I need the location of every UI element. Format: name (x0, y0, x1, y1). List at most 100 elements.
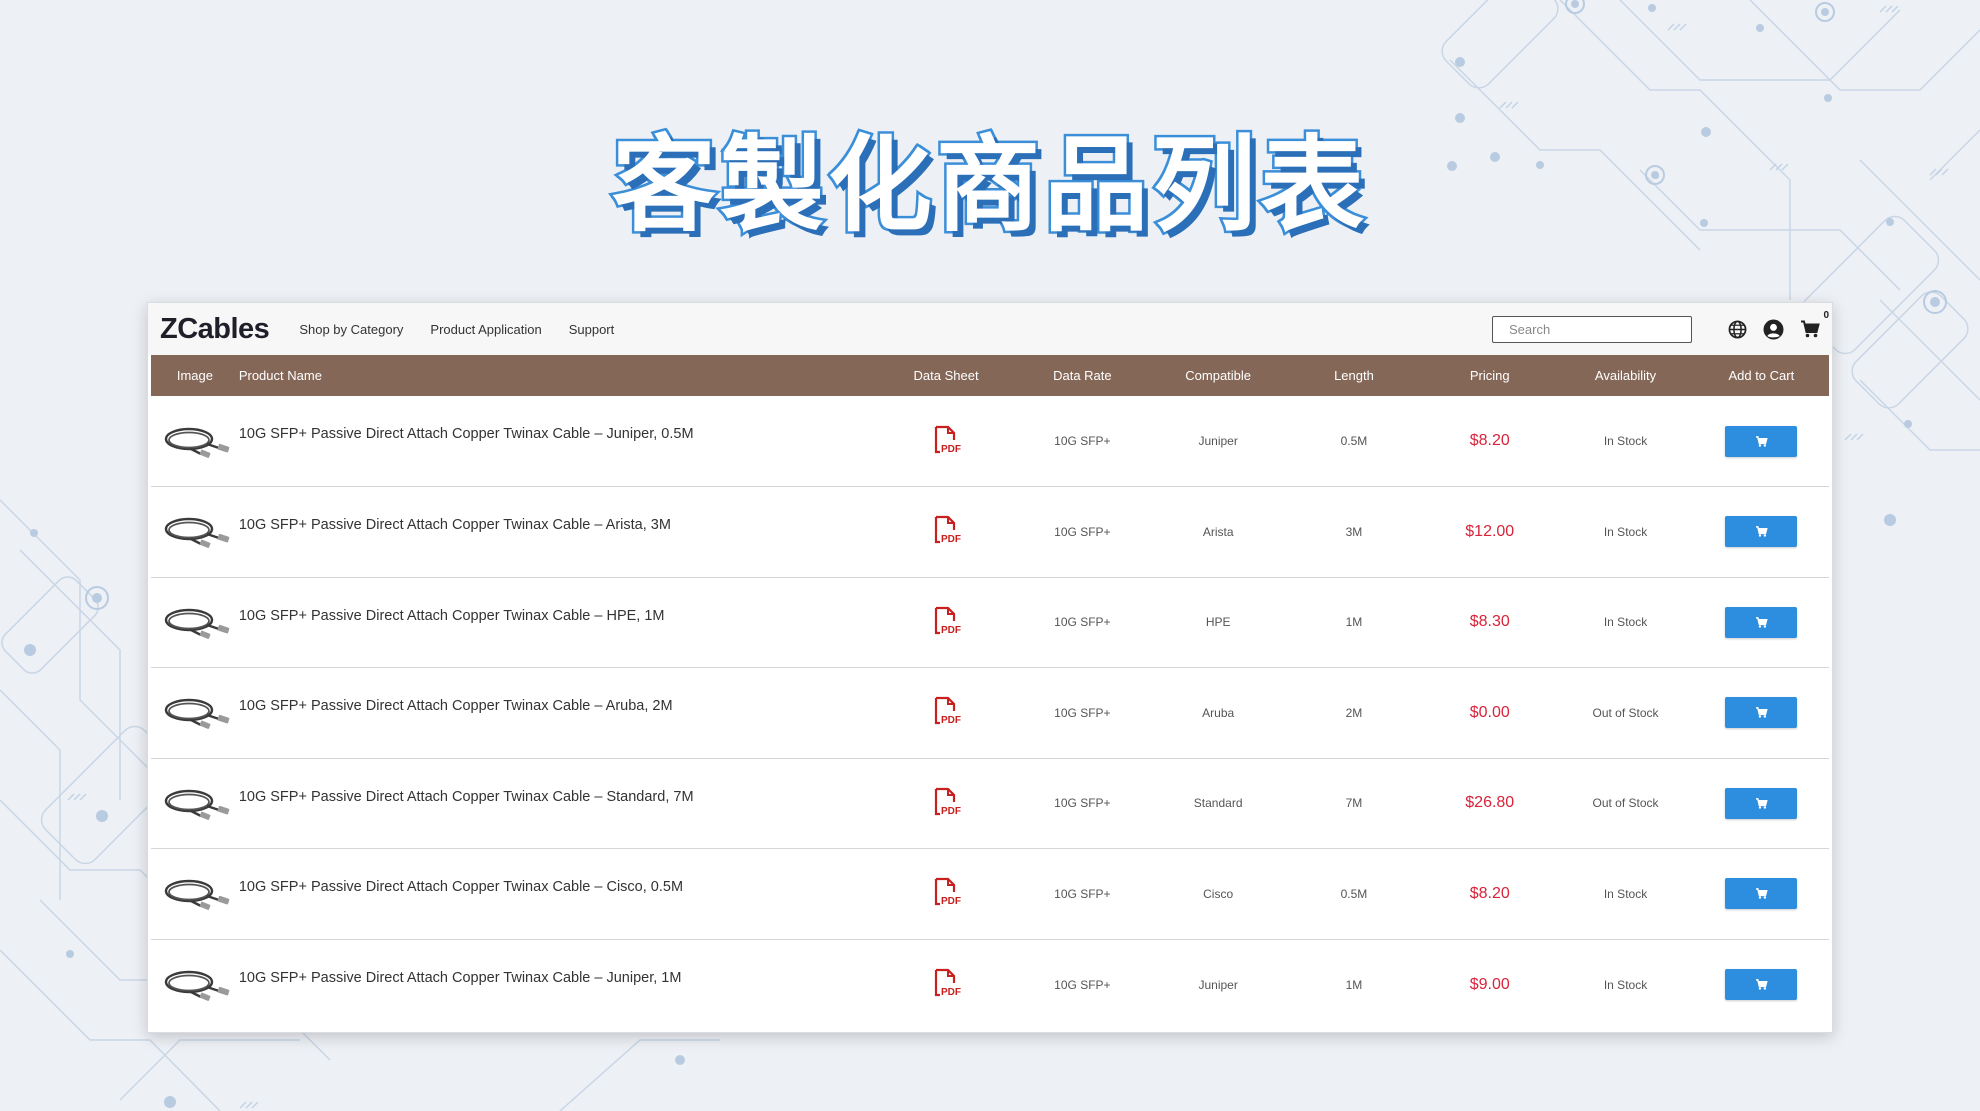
add-to-cart-button[interactable] (1725, 516, 1798, 548)
cart-icon (1755, 616, 1768, 628)
svg-text:PDF: PDF (941, 896, 961, 907)
length: 2M (1345, 705, 1363, 720)
data-rate: 10G SFP+ (1054, 615, 1111, 630)
compatible: HPE (1205, 615, 1231, 630)
availability: In Stock (1603, 977, 1648, 992)
cable-icon[interactable] (163, 963, 231, 1003)
product-name[interactable]: 10G SFP+ Passive Direct Attach Copper Tw… (239, 758, 878, 849)
add-to-cart-button[interactable] (1725, 878, 1798, 910)
cart-icon[interactable]: 0 (1800, 310, 1829, 338)
pdf-icon[interactable]: PDF (931, 877, 961, 910)
cart-icon (1755, 888, 1768, 899)
price: $9.00 (1469, 975, 1510, 993)
compatible: Arista (1202, 524, 1234, 539)
pdf-icon[interactable]: PDF (931, 696, 961, 729)
data-rate: 10G SFP+ (1054, 796, 1111, 811)
data-rate: 10G SFP+ (1054, 977, 1111, 992)
search-box[interactable] (1492, 315, 1692, 343)
length: 7M (1345, 796, 1363, 811)
product-image-cell (151, 758, 239, 849)
data-rate: 10G SFP+ (1054, 886, 1111, 901)
svg-text:PDF: PDF (941, 715, 961, 726)
compatible: Juniper (1198, 977, 1238, 992)
availability: Out of Stock (1592, 796, 1659, 811)
add-to-cart-button[interactable] (1725, 425, 1798, 457)
search-input[interactable] (1509, 321, 1685, 337)
nav-shop-by-category[interactable]: Shop by Category (299, 322, 403, 337)
compatible: Cisco (1203, 886, 1234, 901)
length: 3M (1345, 524, 1363, 539)
cart-icon (1755, 435, 1768, 447)
product-table-wrapper: Image Product Name Data Sheet Data Rate … (148, 355, 1832, 1030)
add-to-cart-cell (1694, 939, 1829, 1030)
length: 0.5M (1340, 434, 1368, 448)
table-row: 10G SFP+ Passive Direct Attach Copper Tw… (151, 939, 1829, 1030)
product-name[interactable]: 10G SFP+ Passive Direct Attach Copper Tw… (239, 487, 878, 578)
add-to-cart-button[interactable] (1725, 697, 1798, 729)
availability: In Stock (1603, 615, 1648, 630)
product-table: Image Product Name Data Sheet Data Rate … (151, 355, 1829, 1030)
cable-icon[interactable] (163, 601, 231, 641)
price: $26.80 (1465, 794, 1515, 812)
table-row: 10G SFP+ Passive Direct Attach Copper Tw… (151, 487, 1829, 578)
data-sheet-cell: PDF (878, 577, 1014, 668)
add-to-cart-button[interactable] (1725, 787, 1798, 819)
table-header-row: Image Product Name Data Sheet Data Rate … (151, 355, 1829, 396)
pdf-icon[interactable]: PDF (931, 968, 961, 1001)
data-rate: 10G SFP+ (1054, 705, 1111, 720)
pdf-icon[interactable]: PDF (931, 515, 961, 548)
cable-icon[interactable] (163, 510, 231, 550)
availability: In Stock (1603, 886, 1648, 901)
pdf-icon[interactable]: PDF (931, 787, 961, 820)
col-header-compatible: Compatible (1185, 368, 1252, 383)
data-rate: 10G SFP+ (1054, 524, 1111, 539)
svg-text:PDF: PDF (941, 534, 961, 545)
pdf-icon[interactable]: PDF (931, 425, 961, 458)
length: 0.5M (1340, 886, 1368, 901)
product-name[interactable]: 10G SFP+ Passive Direct Attach Copper Tw… (239, 939, 878, 1030)
price: $12.00 (1465, 522, 1515, 540)
pdf-icon[interactable]: PDF (931, 606, 961, 639)
user-icon[interactable] (1763, 319, 1784, 340)
compatible: Juniper (1198, 434, 1238, 448)
product-image-cell (151, 668, 239, 759)
product-image-cell (151, 396, 239, 487)
store-window: ZCables Shop by Category Product Applica… (147, 302, 1833, 1033)
add-to-cart-button[interactable] (1725, 606, 1798, 638)
product-image-cell (151, 849, 239, 940)
nav-product-application[interactable]: Product Application (430, 322, 541, 337)
col-header-availability: Availability (1594, 368, 1657, 383)
cable-icon[interactable] (163, 691, 231, 731)
product-name[interactable]: 10G SFP+ Passive Direct Attach Copper Tw… (239, 849, 878, 940)
product-name[interactable]: 10G SFP+ Passive Direct Attach Copper Tw… (239, 396, 878, 487)
price: $8.30 (1469, 613, 1510, 631)
table-row: 10G SFP+ Passive Direct Attach Copper Tw… (151, 849, 1829, 940)
length: 1M (1345, 977, 1363, 992)
col-header-image: Image (176, 368, 213, 383)
add-to-cart-button[interactable] (1725, 969, 1798, 1000)
col-header-pricing: Pricing (1469, 368, 1510, 383)
cable-icon[interactable] (163, 420, 231, 460)
site-logo[interactable]: ZCables (160, 313, 270, 346)
cable-icon[interactable] (163, 782, 231, 822)
product-name[interactable]: 10G SFP+ Passive Direct Attach Copper Tw… (239, 577, 878, 668)
cable-icon[interactable] (163, 872, 231, 912)
table-row: 10G SFP+ Passive Direct Attach Copper Tw… (151, 758, 1829, 849)
data-sheet-cell: PDF (878, 396, 1014, 487)
top-navbar: ZCables Shop by Category Product Applica… (148, 303, 1832, 355)
nav-support[interactable]: Support (569, 322, 615, 337)
compatible: Aruba (1202, 705, 1235, 720)
col-header-add-to-cart: Add to Cart (1728, 368, 1795, 383)
length: 1M (1345, 615, 1363, 630)
add-to-cart-cell (1694, 668, 1829, 759)
table-row: 10G SFP+ Passive Direct Attach Copper Tw… (151, 396, 1829, 487)
product-image-cell (151, 939, 239, 1030)
add-to-cart-cell (1694, 577, 1829, 668)
svg-text:PDF: PDF (941, 444, 961, 455)
data-sheet-cell: PDF (878, 668, 1014, 759)
product-name[interactable]: 10G SFP+ Passive Direct Attach Copper Tw… (239, 668, 878, 759)
globe-icon[interactable] (1728, 320, 1747, 339)
data-rate: 10G SFP+ (1054, 434, 1111, 448)
add-to-cart-cell (1694, 758, 1829, 849)
compatible: Standard (1193, 796, 1243, 811)
